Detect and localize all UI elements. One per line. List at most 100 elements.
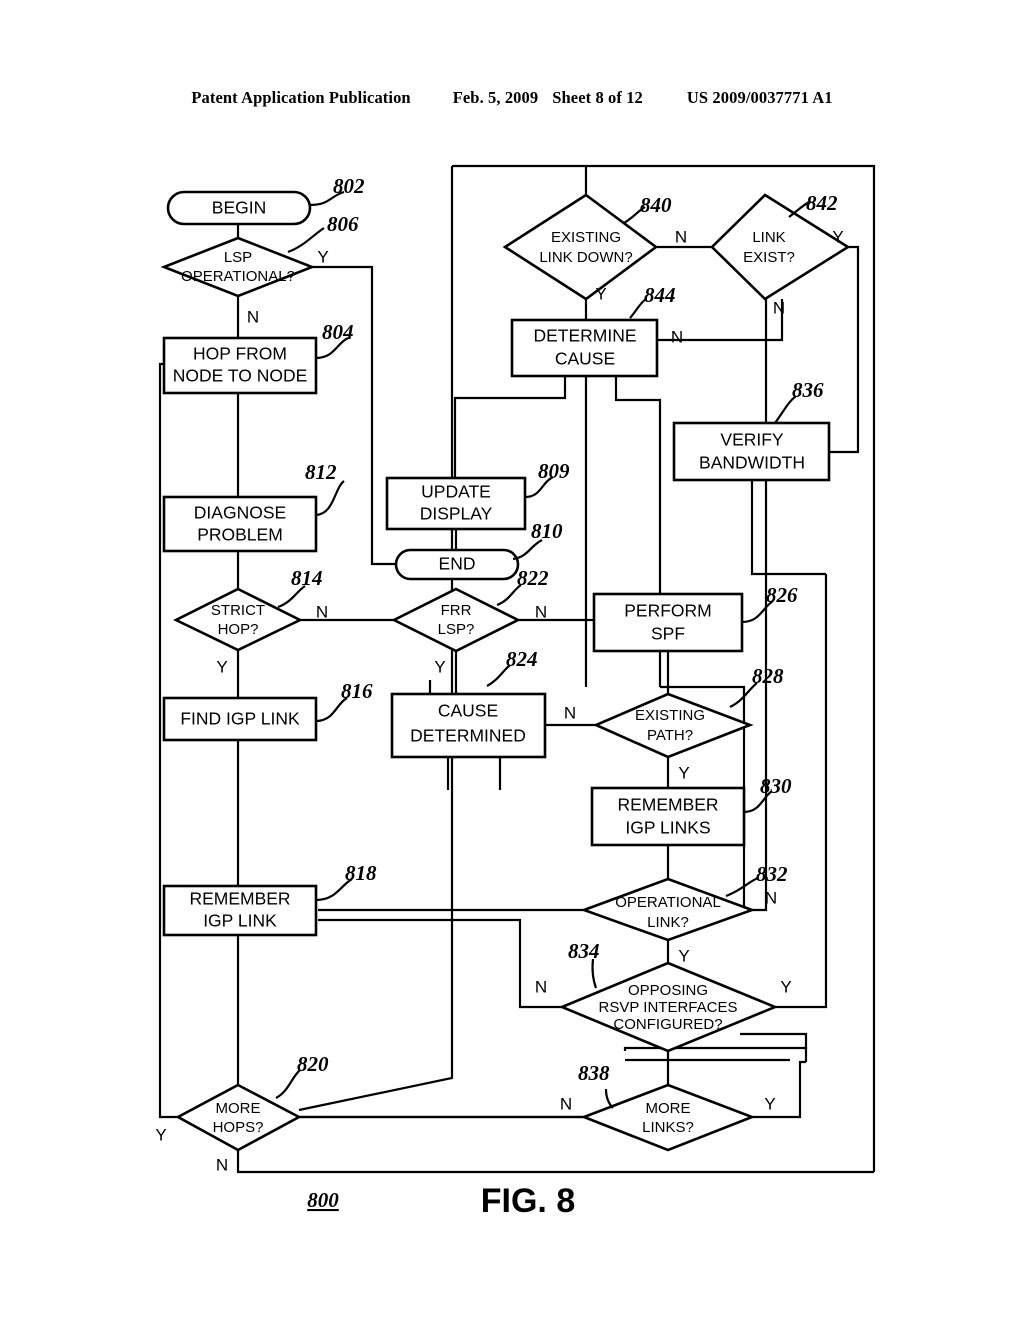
node-determine-cause-line2: CAUSE xyxy=(555,349,615,369)
node-frr-lsp-line2: LSP? xyxy=(438,621,475,638)
node-begin-label: BEGIN xyxy=(212,198,266,218)
node-remember-igp-link-line2: IGP LINK xyxy=(203,911,277,931)
node-link-exist-line1: LINK xyxy=(752,229,785,246)
refnum-828: 828 xyxy=(752,664,784,688)
flowchart-figure-8: BEGIN 802 LSP OPERATIONAL? 806 Y N HOP F… xyxy=(155,164,876,1220)
refnum-804: 804 xyxy=(322,320,354,344)
refnum-822: 822 xyxy=(517,566,549,590)
node-verify-bandwidth: VERIFY BANDWIDTH xyxy=(672,421,831,482)
node-existing-path-line1: EXISTING xyxy=(635,707,705,724)
refnum-834: 834 xyxy=(568,939,600,963)
node-frr-lsp-line1: FRR xyxy=(441,602,472,619)
node-update-display-line2: DISPLAY xyxy=(420,504,493,524)
branch-determine-cause-no: N xyxy=(671,327,683,346)
branch-more-hops-no: N xyxy=(216,1155,228,1174)
branch-operational-link-yes: Y xyxy=(678,946,689,965)
node-end-label: END xyxy=(439,554,476,574)
node-opposing-rsvp-line3: CONFIGURED? xyxy=(613,1016,722,1033)
refnum-818: 818 xyxy=(345,861,377,885)
refnum-820: 820 xyxy=(297,1052,329,1076)
refnum-838: 838 xyxy=(578,1061,610,1085)
node-lsp-operational-line1: LSP xyxy=(224,249,252,266)
node-update-display-line1: UPDATE xyxy=(421,482,491,502)
refnum-824: 824 xyxy=(506,647,538,671)
node-perform-spf-line2: SPF xyxy=(651,624,685,644)
node-existing-link-down: EXISTING LINK DOWN? xyxy=(502,193,659,301)
leader-834 xyxy=(591,958,598,989)
refnum-830: 830 xyxy=(760,774,792,798)
node-cause-determined-line1: CAUSE xyxy=(438,701,498,721)
branch-strict-no: N xyxy=(316,602,328,621)
branch-more-links-yes: Y xyxy=(764,1094,775,1113)
node-link-exist-line2: EXIST? xyxy=(743,249,795,266)
refnum-816: 816 xyxy=(341,679,373,703)
refnum-802: 802 xyxy=(333,174,365,198)
branch-more-links-no: N xyxy=(560,1094,572,1113)
node-begin: BEGIN xyxy=(166,190,312,226)
node-update-display: UPDATE DISPLAY xyxy=(385,476,527,531)
node-cause-determined-line2: DETERMINED xyxy=(410,726,526,746)
branch-opposing-yes: Y xyxy=(780,977,791,996)
node-opposing-rsvp-line2: RSVP INTERFACES xyxy=(599,999,738,1016)
branch-frr-no: N xyxy=(535,602,547,621)
node-strict-hop: STRICT HOP? xyxy=(173,587,303,652)
branch-frr-yes: Y xyxy=(434,657,445,676)
branch-link-exist-yes: Y xyxy=(832,227,843,246)
node-operational-link-line1: OPERATIONAL xyxy=(615,894,721,911)
node-determine-cause-line1: DETERMINE xyxy=(533,326,636,346)
branch-lsp-yes: Y xyxy=(317,247,328,266)
node-perform-spf: PERFORM SPF xyxy=(592,592,744,653)
node-diagnose-line2: PROBLEM xyxy=(197,525,283,545)
node-remember-igp-link: REMEMBER IGP LINK xyxy=(162,884,318,937)
refnum-844: 844 xyxy=(644,283,676,307)
patent-figure-page: Patent Application Publication Feb. 5, 2… xyxy=(0,0,1024,1320)
refnum-806: 806 xyxy=(327,212,359,236)
refnum-814: 814 xyxy=(291,566,323,590)
node-frr-lsp: FRR LSP? xyxy=(391,587,521,653)
refnum-809: 809 xyxy=(538,459,570,483)
node-strict-hop-line2: HOP? xyxy=(218,621,259,638)
node-verify-bandwidth-line1: VERIFY xyxy=(720,430,784,450)
node-cause-determined: CAUSE DETERMINED xyxy=(390,692,547,759)
node-remember-igp-links: REMEMBER IGP LINKS xyxy=(590,786,746,847)
node-more-hops-line2: HOPS? xyxy=(213,1119,264,1136)
leader-838 xyxy=(604,1088,614,1109)
leader-832 xyxy=(725,876,759,898)
branch-existing-link-down-no: N xyxy=(675,227,687,246)
node-opposing-rsvp-line1: OPPOSING xyxy=(628,982,708,999)
node-operational-link-line2: LINK? xyxy=(647,914,689,931)
figure-label: FIG. 8 xyxy=(481,1182,575,1220)
node-find-igp-link-label: FIND IGP LINK xyxy=(180,709,300,729)
node-more-links: MORE LINKS? xyxy=(580,1083,756,1152)
refnum-812: 812 xyxy=(305,460,337,484)
node-perform-spf-line1: PERFORM xyxy=(624,601,712,621)
node-existing-path: EXISTING PATH? xyxy=(592,692,754,759)
node-end: END xyxy=(394,548,520,581)
node-operational-link: OPERATIONAL LINK? xyxy=(580,877,756,942)
node-existing-link-down-line1: EXISTING xyxy=(551,229,621,246)
branch-existing-path-yes: Y xyxy=(678,763,689,782)
node-hop-from-node: HOP FROM NODE TO NODE xyxy=(162,336,318,395)
branch-cause-determined-no: N xyxy=(564,703,576,722)
refnum-840: 840 xyxy=(640,193,672,217)
refnum-836: 836 xyxy=(792,378,824,402)
node-existing-link-down-line2: LINK DOWN? xyxy=(539,249,632,266)
refnum-810: 810 xyxy=(531,519,563,543)
node-hop-from-node-line2: NODE TO NODE xyxy=(173,366,308,386)
figure-reference: 800 xyxy=(307,1188,339,1212)
branch-link-exist-no: N xyxy=(773,298,785,317)
node-remember-igp-link-line1: REMEMBER xyxy=(189,889,290,909)
refnum-842: 842 xyxy=(806,191,838,215)
node-diagnose-problem: DIAGNOSE PROBLEM xyxy=(162,495,318,553)
node-strict-hop-line1: STRICT xyxy=(211,602,265,619)
node-lsp-operational-line2: OPERATIONAL? xyxy=(181,268,295,285)
branch-operational-link-no: N xyxy=(765,888,777,907)
branch-lsp-no: N xyxy=(247,307,259,326)
node-remember-igp-links-line1: REMEMBER xyxy=(617,795,718,815)
node-verify-bandwidth-line2: BANDWIDTH xyxy=(699,453,805,473)
leader-812 xyxy=(315,480,345,517)
node-existing-path-line2: PATH? xyxy=(647,727,693,744)
node-hop-from-node-line1: HOP FROM xyxy=(193,344,287,364)
node-remember-igp-links-line2: IGP LINKS xyxy=(625,818,710,838)
refnum-832: 832 xyxy=(756,862,788,886)
